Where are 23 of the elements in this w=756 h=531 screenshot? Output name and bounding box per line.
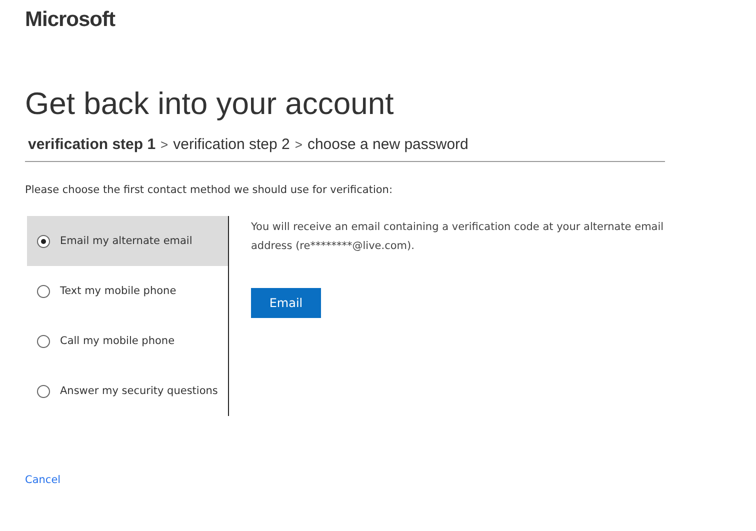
option-label: Text my mobile phone	[60, 285, 176, 297]
breadcrumb-step: verification step 2	[173, 136, 290, 153]
page-title: Get back into your account	[25, 86, 395, 122]
logo-wordmark: Microsoft	[25, 8, 116, 32]
option-label: Answer my security questions	[60, 385, 218, 397]
option-label: Email my alternate email	[60, 235, 192, 247]
contact-method-option[interactable]: Text my mobile phone	[27, 266, 228, 316]
contact-method-option[interactable]: Email my alternate email	[27, 216, 228, 266]
radio-icon	[37, 234, 50, 248]
cancel-link[interactable]: Cancel	[25, 474, 61, 486]
breadcrumb-step: verification step 1	[28, 136, 156, 153]
radio-icon	[37, 384, 50, 398]
method-description: You will receive an email containing a verification code at your alternate email address (re********@live.com).	[251, 220, 665, 254]
email-button[interactable]: Email	[251, 288, 321, 318]
breadcrumb-separator: >	[160, 137, 168, 152]
contact-method-option[interactable]: Answer my security questions	[27, 366, 228, 416]
contact-method-option[interactable]: Call my mobile phone	[27, 316, 228, 366]
radio-icon	[37, 284, 50, 298]
breadcrumb-separator: >	[294, 137, 302, 152]
breadcrumb-step: choose a new password	[307, 136, 468, 153]
instruction-text: Please choose the first contact method we should use for verification:	[25, 184, 394, 196]
option-label: Call my mobile phone	[60, 335, 175, 347]
radio-icon	[37, 334, 50, 348]
